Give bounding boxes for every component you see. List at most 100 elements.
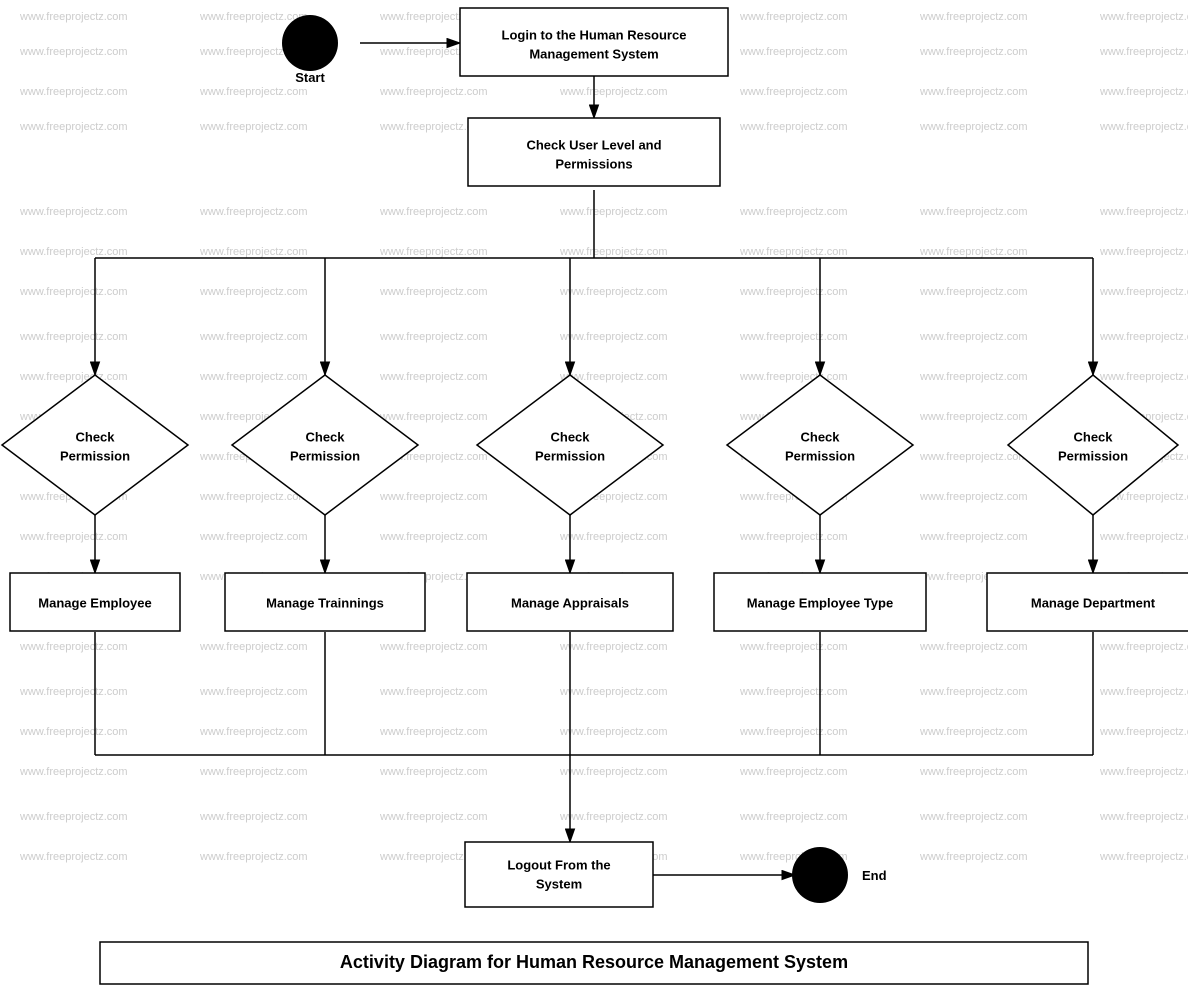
- svg-text:www.freeprojectz.com: www.freeprojectz.com: [1099, 766, 1188, 778]
- svg-text:www.freeprojectz.com: www.freeprojectz.com: [559, 531, 668, 543]
- svg-text:www.freeprojectz.com: www.freeprojectz.com: [1099, 686, 1188, 698]
- svg-text:www.freeprojectz.com: www.freeprojectz.com: [19, 86, 128, 98]
- svg-text:www.freeprojectz.com: www.freeprojectz.com: [1099, 206, 1188, 218]
- svg-text:www.freeprojectz.com: www.freeprojectz.com: [199, 206, 308, 218]
- manage-employee-label: Manage Employee: [38, 595, 151, 610]
- svg-text:www.freeprojectz.com: www.freeprojectz.com: [199, 331, 308, 343]
- svg-text:www.freeprojectz.com: www.freeprojectz.com: [739, 86, 848, 98]
- svg-text:www.freeprojectz.com: www.freeprojectz.com: [1099, 286, 1188, 298]
- svg-text:www.freeprojectz.com: www.freeprojectz.com: [19, 46, 128, 58]
- diagram-container: www.freeprojectz.com www.freeprojectz.co…: [0, 0, 1188, 994]
- svg-text:www.freeprojectz.com: www.freeprojectz.com: [19, 851, 128, 863]
- login-label-line2: Management System: [529, 46, 658, 61]
- svg-text:www.freeprojectz.com: www.freeprojectz.com: [1099, 811, 1188, 823]
- svg-text:www.freeprojectz.com: www.freeprojectz.com: [379, 246, 488, 258]
- svg-text:www.freeprojectz.com: www.freeprojectz.com: [919, 451, 1028, 463]
- svg-text:www.freeprojectz.com: www.freeprojectz.com: [559, 811, 668, 823]
- check-perm-1-label-line2: Permission: [60, 448, 130, 463]
- svg-text:www.freeprojectz.com: www.freeprojectz.com: [919, 686, 1028, 698]
- svg-text:www.freeprojectz.com: www.freeprojectz.com: [1099, 86, 1188, 98]
- svg-text:www.freeprojectz.com: www.freeprojectz.com: [559, 86, 668, 98]
- manage-appraisals-label: Manage Appraisals: [511, 595, 629, 610]
- svg-text:www.freeprojectz.com: www.freeprojectz.com: [199, 121, 308, 133]
- svg-text:www.freeprojectz.com: www.freeprojectz.com: [919, 46, 1028, 58]
- svg-text:www.freeprojectz.com: www.freeprojectz.com: [739, 686, 848, 698]
- manage-trainings-label: Manage Trainnings: [266, 595, 384, 610]
- check-perm-2-label-line2: Permission: [290, 448, 360, 463]
- svg-text:www.freeprojectz.com: www.freeprojectz.com: [379, 726, 488, 738]
- svg-text:www.freeprojectz.com: www.freeprojectz.com: [919, 206, 1028, 218]
- svg-text:www.freeprojectz.com: www.freeprojectz.com: [19, 686, 128, 698]
- svg-text:www.freeprojectz.com: www.freeprojectz.com: [739, 46, 848, 58]
- check-perm-4-node: [727, 375, 913, 515]
- svg-text:www.freeprojectz.com: www.freeprojectz.com: [739, 246, 848, 258]
- start-node: [282, 15, 338, 71]
- check-perm-2-node: [232, 375, 418, 515]
- svg-text:www.freeprojectz.com: www.freeprojectz.com: [19, 641, 128, 653]
- svg-text:www.freeprojectz.com: www.freeprojectz.com: [919, 766, 1028, 778]
- check-perm-5-label-line2: Permission: [1058, 448, 1128, 463]
- svg-text:www.freeprojectz.com: www.freeprojectz.com: [919, 286, 1028, 298]
- svg-text:www.freeprojectz.com: www.freeprojectz.com: [379, 86, 488, 98]
- svg-text:www.freeprojectz.com: www.freeprojectz.com: [379, 331, 488, 343]
- svg-text:www.freeprojectz.com: www.freeprojectz.com: [199, 726, 308, 738]
- svg-text:www.freeprojectz.com: www.freeprojectz.com: [379, 766, 488, 778]
- svg-text:www.freeprojectz.com: www.freeprojectz.com: [1099, 851, 1188, 863]
- svg-text:www.freeprojectz.com: www.freeprojectz.com: [19, 206, 128, 218]
- svg-text:www.freeprojectz.com: www.freeprojectz.com: [379, 206, 488, 218]
- svg-text:www.freeprojectz.com: www.freeprojectz.com: [199, 86, 308, 98]
- svg-text:www.freeprojectz.com: www.freeprojectz.com: [19, 371, 128, 383]
- svg-text:www.freeprojectz.com: www.freeprojectz.com: [379, 411, 488, 423]
- svg-text:www.freeprojectz.com: www.freeprojectz.com: [199, 371, 308, 383]
- svg-text:www.freeprojectz.com: www.freeprojectz.com: [19, 726, 128, 738]
- svg-text:www.freeprojectz.com: www.freeprojectz.com: [379, 686, 488, 698]
- check-perm-5-label-line1: Check: [1073, 429, 1113, 444]
- svg-text:www.freeprojectz.com: www.freeprojectz.com: [379, 371, 488, 383]
- svg-text:www.freeprojectz.com: www.freeprojectz.com: [919, 411, 1028, 423]
- logout-label-line2: System: [536, 876, 582, 891]
- check-user-label-line2: Permissions: [555, 156, 632, 171]
- svg-text:www.freeprojectz.com: www.freeprojectz.com: [919, 11, 1028, 23]
- svg-text:www.freeprojectz.com: www.freeprojectz.com: [19, 331, 128, 343]
- check-perm-1-label-line1: Check: [75, 429, 115, 444]
- svg-text:www.freeprojectz.com: www.freeprojectz.com: [739, 331, 848, 343]
- svg-text:www.freeprojectz.com: www.freeprojectz.com: [379, 641, 488, 653]
- svg-text:www.freeprojectz.com: www.freeprojectz.com: [559, 766, 668, 778]
- svg-text:www.freeprojectz.com: www.freeprojectz.com: [379, 811, 488, 823]
- svg-text:www.freeprojectz.com: www.freeprojectz.com: [379, 491, 488, 503]
- check-perm-4-label-line1: Check: [800, 429, 840, 444]
- check-perm-3-label-line2: Permission: [535, 448, 605, 463]
- svg-text:www.freeprojectz.com: www.freeprojectz.com: [739, 11, 848, 23]
- svg-text:www.freeprojectz.com: www.freeprojectz.com: [1099, 726, 1188, 738]
- check-perm-4-label-line2: Permission: [785, 448, 855, 463]
- end-label: End: [862, 868, 887, 883]
- svg-text:www.freeprojectz.com: www.freeprojectz.com: [919, 531, 1028, 543]
- svg-text:www.freeprojectz.com: www.freeprojectz.com: [199, 491, 308, 503]
- check-perm-1-node: [2, 375, 188, 515]
- svg-text:www.freeprojectz.com: www.freeprojectz.com: [1099, 11, 1188, 23]
- svg-text:www.freeprojectz.com: www.freeprojectz.com: [919, 121, 1028, 133]
- start-label: Start: [295, 70, 325, 85]
- svg-text:www.freeprojectz.com: www.freeprojectz.com: [739, 766, 848, 778]
- svg-text:www.freeprojectz.com: www.freeprojectz.com: [559, 641, 668, 653]
- svg-text:www.freeprojectz.com: www.freeprojectz.com: [19, 286, 128, 298]
- svg-text:www.freeprojectz.com: www.freeprojectz.com: [919, 491, 1028, 503]
- svg-text:www.freeprojectz.com: www.freeprojectz.com: [199, 641, 308, 653]
- manage-employee-type-label: Manage Employee Type: [747, 595, 893, 610]
- svg-text:www.freeprojectz.com: www.freeprojectz.com: [19, 531, 128, 543]
- manage-department-label: Manage Department: [1031, 595, 1156, 610]
- svg-text:www.freeprojectz.com: www.freeprojectz.com: [739, 121, 848, 133]
- svg-text:www.freeprojectz.com: www.freeprojectz.com: [919, 811, 1028, 823]
- svg-text:www.freeprojectz.com: www.freeprojectz.com: [199, 811, 308, 823]
- svg-text:www.freeprojectz.com: www.freeprojectz.com: [739, 641, 848, 653]
- end-node: [792, 847, 848, 903]
- svg-text:www.freeprojectz.com: www.freeprojectz.com: [19, 121, 128, 133]
- footer-title: Activity Diagram for Human Resource Mana…: [340, 952, 848, 972]
- svg-text:www.freeprojectz.com: www.freeprojectz.com: [919, 726, 1028, 738]
- svg-text:www.freeprojectz.com: www.freeprojectz.com: [19, 811, 128, 823]
- check-perm-3-label-line1: Check: [550, 429, 590, 444]
- svg-text:www.freeprojectz.com: www.freeprojectz.com: [199, 11, 308, 23]
- svg-text:www.freeprojectz.com: www.freeprojectz.com: [739, 531, 848, 543]
- svg-text:www.freeprojectz.com: www.freeprojectz.com: [559, 686, 668, 698]
- svg-text:www.freeprojectz.com: www.freeprojectz.com: [919, 246, 1028, 258]
